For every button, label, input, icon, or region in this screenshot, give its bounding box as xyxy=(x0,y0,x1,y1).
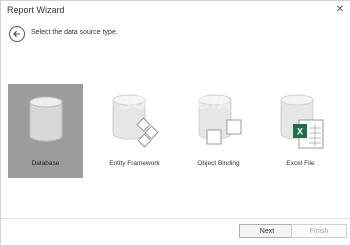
window-title: Report Wizard xyxy=(7,5,65,15)
option-label: Entity Framework xyxy=(109,160,160,167)
next-button[interactable]: Next xyxy=(239,224,295,238)
close-icon[interactable]: ✕ xyxy=(336,4,344,15)
footer-divider xyxy=(1,218,350,219)
database-icon xyxy=(29,96,63,142)
finish-button[interactable]: Finish xyxy=(291,224,347,238)
report-wizard-window: Report Wizard ✕ Select the data source t… xyxy=(0,0,350,246)
svg-text:X: X xyxy=(297,127,303,137)
excel-file-icon: X xyxy=(280,94,324,149)
title-bar: Report Wizard ✕ xyxy=(1,1,350,21)
watermark: SOFTPEDIA xyxy=(119,93,232,113)
option-label: Excel File xyxy=(286,160,315,167)
option-label: Database xyxy=(31,160,60,167)
option-database[interactable]: Database xyxy=(8,84,83,178)
option-label: Object Binding xyxy=(197,160,240,167)
instruction-text: Select the data source type. xyxy=(31,29,118,36)
back-arrow-icon[interactable] xyxy=(9,26,25,42)
option-excel-file[interactable]: X Excel File xyxy=(263,84,338,178)
